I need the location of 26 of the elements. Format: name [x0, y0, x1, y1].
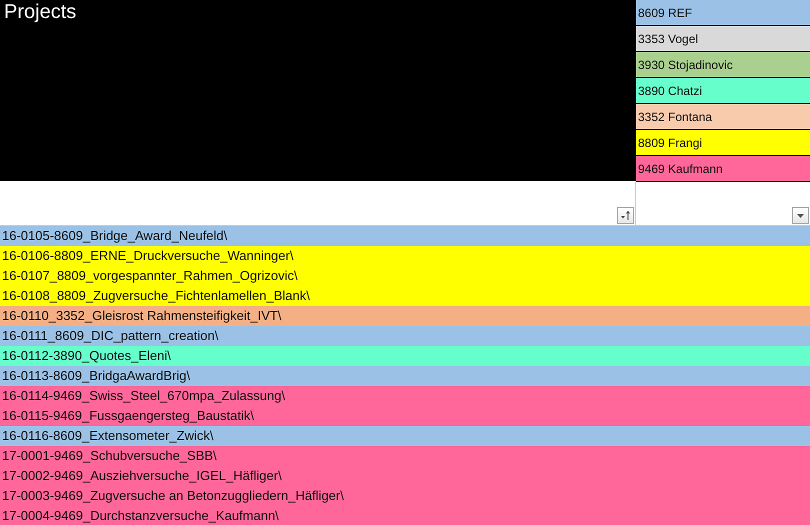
- project-row: 17-0004-9469_Durchstanzversuche_Kaufmann\: [0, 506, 810, 525]
- legend-cell: 8609 REF: [636, 0, 810, 26]
- project-row: 16-0106-8809_ERNE_Druckversuche_Wanninger\: [0, 246, 810, 266]
- legend-cell: 3353 Vogel: [636, 26, 810, 52]
- project-row: 17-0002-9469_Ausziehversuche_IGEL_Häfliger\: [0, 466, 810, 486]
- project-row: 16-0110_3352_Gleisrost Rahmensteifigkeit_IVT\: [0, 306, 810, 326]
- legend-cell: 3930 Stojadinovic: [636, 52, 810, 78]
- filter-dropdown-button[interactable]: [792, 207, 809, 224]
- project-row: 16-0113-8609_BridgaAwardBrig\: [0, 366, 810, 386]
- legend-cell: 9469 Kaufmann: [636, 156, 810, 182]
- legend-cell: 3890 Chatzi: [636, 78, 810, 104]
- project-row: 16-0111_8609_DIC_pattern_creation\: [0, 326, 810, 346]
- project-row: 16-0112-3890_Quotes_Eleni\: [0, 346, 810, 366]
- project-row: 16-0116-8609_Extensometer_Zwick\: [0, 426, 810, 446]
- sort-filter-button[interactable]: [617, 207, 634, 224]
- sort-filter-icon: [620, 210, 631, 221]
- project-row: 16-0107_8809_vorgespannter_Rahmen_Ogrizovic\: [0, 266, 810, 286]
- legend-cell: 8809 Frangi: [636, 130, 810, 156]
- project-row: 17-0003-9469_Zugversuche an Betonzuggliedern_Häfliger\: [0, 486, 810, 506]
- project-row: 17-0001-9469_Schubversuche_SBB\: [0, 446, 810, 466]
- project-row: 16-0114-9469_Swiss_Steel_670mpa_Zulassung\: [0, 386, 810, 406]
- project-row: 16-0115-9469_Fussgaengersteg_Baustatik\: [0, 406, 810, 426]
- project-row: 16-0108_8809_Zugversuche_Fichtenlamellen_Blank\: [0, 286, 810, 306]
- legend-cell: 3352 Fontana: [636, 104, 810, 130]
- sheet-title: Projects: [4, 1, 76, 23]
- project-row: 16-0105-8609_Bridge_Award_Neufeld\: [0, 226, 810, 246]
